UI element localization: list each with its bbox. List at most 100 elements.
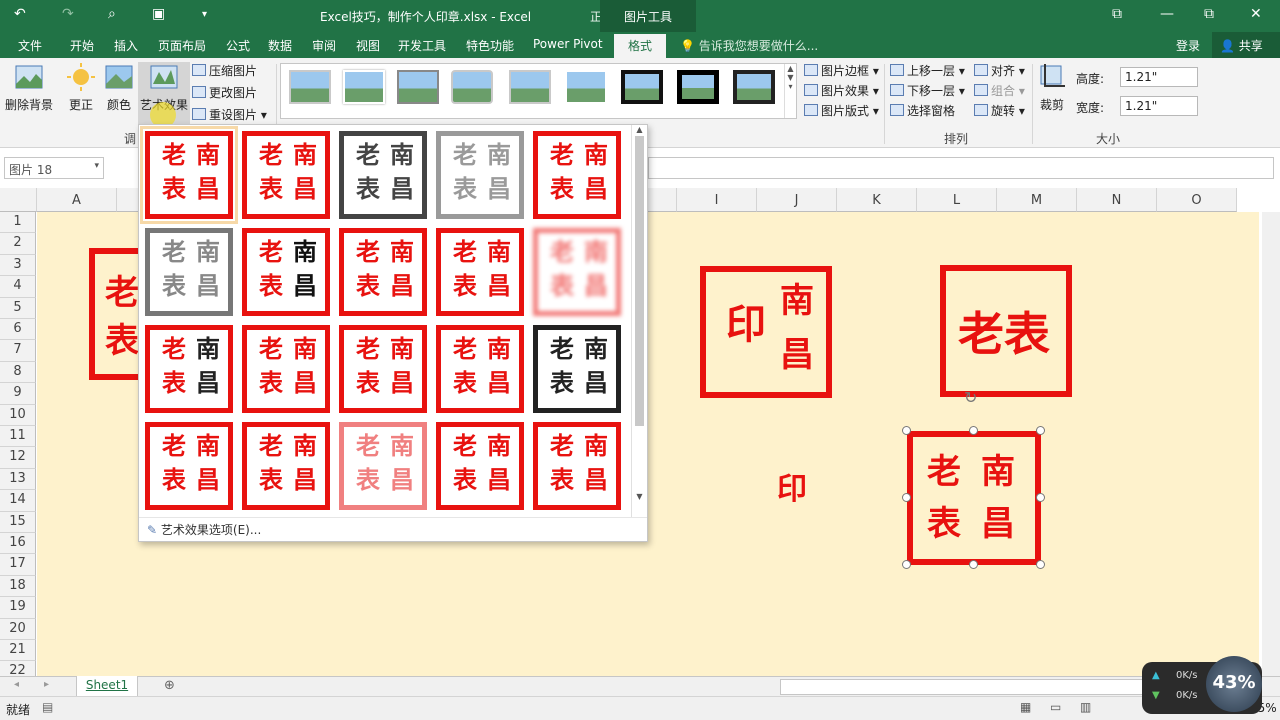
undo-icon[interactable]: ↶ xyxy=(14,6,26,22)
prev-sheet-icon[interactable]: ◂ xyxy=(14,679,19,690)
artistic-effect-option[interactable]: 老南表昌 xyxy=(140,126,238,224)
artistic-effect-option[interactable]: 老南表昌 xyxy=(242,325,330,413)
name-box[interactable]: 图片 18 ▾ xyxy=(4,157,104,179)
row-header[interactable]: 6 xyxy=(0,319,36,341)
row-header[interactable]: 17 xyxy=(0,554,36,576)
column-header[interactable]: M xyxy=(997,188,1077,212)
vertical-scrollbar[interactable] xyxy=(1262,212,1280,676)
add-sheet-icon[interactable]: ⊕ xyxy=(164,678,175,693)
macro-record-icon[interactable]: ▤ xyxy=(42,700,53,714)
sheet-tab[interactable]: Sheet1 xyxy=(76,676,138,697)
artistic-effect-option[interactable]: 老南表昌 xyxy=(339,228,427,316)
tab-view[interactable]: 视图 xyxy=(356,37,380,54)
picture-styles-gallery[interactable]: ▲ ▼ ▾ xyxy=(280,63,797,119)
artistic-effects-options[interactable]: ✎ 艺术效果选项(E)... xyxy=(139,517,647,541)
tab-special[interactable]: 特色功能 xyxy=(466,37,514,54)
artistic-effect-option[interactable]: 老南表昌 xyxy=(436,228,524,316)
tab-format[interactable]: 格式 xyxy=(614,34,667,58)
remove-background-button[interactable]: 删除背景 xyxy=(4,62,54,113)
picture-style-thumb[interactable] xyxy=(733,70,775,104)
column-header[interactable]: A xyxy=(37,188,117,212)
column-header[interactable]: N xyxy=(1077,188,1157,212)
yin-text[interactable]: 印 xyxy=(777,464,807,508)
row-header[interactable]: 7 xyxy=(0,340,36,362)
artistic-effect-option[interactable]: 老南表昌 xyxy=(436,325,524,413)
picture-style-thumb[interactable] xyxy=(343,70,385,104)
compress-pictures-button[interactable]: 压缩图片 xyxy=(192,62,257,79)
picture-layout-button[interactable]: 图片版式 ▾ xyxy=(804,102,879,119)
row-header[interactable]: 14 xyxy=(0,490,36,512)
artistic-effect-option[interactable]: 老南表昌 xyxy=(533,228,621,316)
row-header[interactable]: 12 xyxy=(0,447,36,469)
scroll-down-icon[interactable]: ▼ xyxy=(632,492,647,501)
artistic-effect-option[interactable]: 老南表昌 xyxy=(242,422,330,510)
artistic-effect-option[interactable]: 老南表昌 xyxy=(533,131,621,219)
artistic-effect-option[interactable]: 老南表昌 xyxy=(145,325,233,413)
picture-effects-button[interactable]: 图片效果 ▾ xyxy=(804,82,879,99)
tab-home[interactable]: 开始 xyxy=(70,37,94,54)
ribbon-display-icon[interactable]: ⧉ xyxy=(1112,6,1122,22)
tab-developer[interactable]: 开发工具 xyxy=(398,37,446,54)
row-header[interactable]: 19 xyxy=(0,597,36,619)
row-header[interactable]: 20 xyxy=(0,618,36,640)
tab-file[interactable]: 文件 xyxy=(18,37,42,54)
artistic-effect-option[interactable]: 老南表昌 xyxy=(533,422,621,510)
rotate-handle-icon[interactable]: ↻ xyxy=(964,388,977,407)
row-header[interactable]: 16 xyxy=(0,533,36,555)
send-backward-button[interactable]: 下移一层 ▾ xyxy=(890,82,965,99)
login-link[interactable]: 登录 xyxy=(1176,37,1200,54)
row-header[interactable]: 21 xyxy=(0,640,36,662)
row-header[interactable]: 18 xyxy=(0,575,36,598)
column-header[interactable]: O xyxy=(1157,188,1237,212)
column-header[interactable]: I xyxy=(677,188,757,212)
gallery-scroll[interactable]: ▲ ▼ ▾ xyxy=(784,64,796,118)
row-header[interactable]: 1 xyxy=(0,212,36,234)
group-button[interactable]: 组合 ▾ xyxy=(974,82,1025,99)
picture-style-thumb[interactable] xyxy=(677,70,719,104)
corrections-button[interactable]: 更正 xyxy=(64,62,98,113)
page-layout-view-icon[interactable]: ▭ xyxy=(1050,700,1061,714)
seal-selected[interactable]: 老 南 表 昌 xyxy=(907,431,1041,565)
picture-style-thumb[interactable] xyxy=(621,70,663,104)
reset-picture-button[interactable]: 重设图片 ▾ xyxy=(192,106,267,123)
row-header[interactable]: 5 xyxy=(0,297,36,319)
tab-review[interactable]: 审阅 xyxy=(312,37,336,54)
select-all[interactable] xyxy=(0,188,37,212)
scroll-up-icon[interactable]: ▲ xyxy=(632,125,647,134)
width-input[interactable]: 1.21" xyxy=(1120,96,1198,116)
artistic-effect-option[interactable]: 老南表昌 xyxy=(339,131,427,219)
artistic-effect-option[interactable]: 老南表昌 xyxy=(339,422,427,510)
picture-style-thumb[interactable] xyxy=(509,70,551,104)
row-header[interactable]: 9 xyxy=(0,383,36,405)
artistic-effect-option[interactable]: 老南表昌 xyxy=(339,325,427,413)
artistic-effect-option[interactable]: 老南表昌 xyxy=(436,131,524,219)
minimize-button[interactable]: — xyxy=(1160,6,1174,22)
row-header[interactable]: 11 xyxy=(0,426,36,448)
scroll-thumb[interactable] xyxy=(635,136,644,426)
share-button[interactable]: 👤 共享 xyxy=(1212,32,1280,58)
align-button[interactable]: 对齐 ▾ xyxy=(974,62,1025,79)
column-header[interactable]: L xyxy=(917,188,997,212)
customize-qat-icon[interactable]: ▾ xyxy=(202,9,207,20)
gallery-scrollbar[interactable]: ▲ ▼ xyxy=(631,125,647,517)
save-icon[interactable]: ▣ xyxy=(152,6,165,22)
bring-forward-button[interactable]: 上移一层 ▾ xyxy=(890,62,965,79)
height-input[interactable]: 1.21" xyxy=(1120,67,1198,87)
picture-style-thumb[interactable] xyxy=(451,70,493,104)
resize-handle[interactable] xyxy=(1036,493,1045,502)
selection-pane-button[interactable]: 选择窗格 xyxy=(890,102,955,119)
row-header[interactable]: 8 xyxy=(0,361,36,384)
tell-me-search[interactable]: 💡 告诉我您想要做什么... xyxy=(680,37,818,54)
memory-ball[interactable]: 43% xyxy=(1206,656,1262,712)
resize-handle[interactable] xyxy=(969,426,978,435)
rotate-button[interactable]: 旋转 ▾ xyxy=(974,102,1025,119)
seal-yin-nanchang[interactable]: 印 南 昌 xyxy=(700,266,832,398)
row-header[interactable]: 10 xyxy=(0,404,36,426)
artistic-effect-option[interactable]: 老南表昌 xyxy=(145,228,233,316)
crop-button[interactable]: 裁剪 xyxy=(1036,62,1068,113)
resize-handle[interactable] xyxy=(902,426,911,435)
tab-insert[interactable]: 插入 xyxy=(114,37,138,54)
artistic-effect-option[interactable]: 老南表昌 xyxy=(242,228,330,316)
next-sheet-icon[interactable]: ▸ xyxy=(44,679,49,690)
column-header[interactable]: K xyxy=(837,188,917,212)
